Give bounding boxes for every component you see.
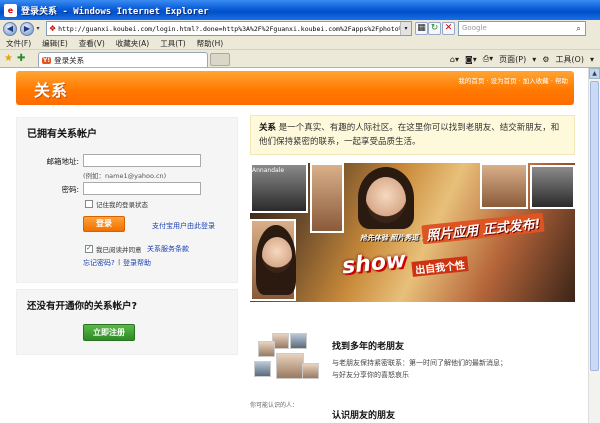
- page-icon: ❖: [49, 24, 57, 33]
- friend-thumbnail: [258, 341, 275, 357]
- home-icon[interactable]: ⌂▾: [450, 55, 459, 64]
- window-title: 登录关系 - Windows Internet Explorer: [21, 6, 209, 17]
- banner-photo: [480, 163, 528, 209]
- address-url-text: http://guanxi.koubei.com/login.html?.don…: [58, 24, 412, 33]
- feeds-icon[interactable]: ◙▾: [465, 55, 477, 64]
- tab-label: 登录关系: [54, 55, 85, 65]
- register-button[interactable]: 立即注册: [83, 324, 135, 341]
- vertical-scrollbar[interactable]: ▲: [588, 68, 600, 423]
- agree-checkbox[interactable]: [85, 244, 93, 253]
- site-favicon-icon: Y!: [42, 56, 52, 64]
- friend-thumbnail: [290, 333, 307, 349]
- feature-desc-line2: 与好友分享你的喜怒哀乐: [332, 371, 409, 379]
- register-title: 还没有开通你的关系帐户?: [27, 301, 138, 312]
- address-input[interactable]: ❖ http://guanxi.koubei.com/login.html?.d…: [46, 21, 412, 36]
- add-favorite-icon[interactable]: ✚: [17, 53, 25, 64]
- tools-menu-label: 工具(O): [555, 54, 584, 64]
- alipay-login-link[interactable]: 支付宝用户由此登录: [152, 221, 215, 231]
- friend-thumbnail: [302, 363, 319, 379]
- gear-icon: ⚙: [542, 54, 550, 64]
- scroll-up-icon[interactable]: ▲: [589, 68, 600, 79]
- remember-label: 记住我的登录状态: [96, 201, 148, 209]
- banner-line3: show: [340, 247, 408, 280]
- site-header: 关系 我的首页 · 设为首页 · 加入收藏 · 帮助: [16, 71, 574, 105]
- banner-tag: Annandale: [252, 167, 285, 174]
- login-help-link[interactable]: 登录帮助: [123, 258, 151, 268]
- page-menu-label: 页面(P): [499, 54, 527, 64]
- search-placeholder: Google: [462, 24, 487, 32]
- friend-thumbnail: [254, 361, 271, 377]
- print-icon[interactable]: ⎙▾: [483, 54, 493, 64]
- register-panel: 还没有开通你的关系帐户? 立即注册: [16, 289, 238, 355]
- page-menu[interactable]: 页面(P) ▾: [499, 54, 536, 65]
- friend-thumbnail: [276, 353, 304, 379]
- banner-photo: [530, 165, 575, 209]
- history-dropdown-icon[interactable]: ▾: [34, 25, 42, 33]
- refresh-icon[interactable]: ↻: [428, 22, 441, 35]
- address-dropdown-icon[interactable]: ▾: [400, 22, 411, 35]
- banner-photo: [310, 163, 344, 233]
- feature-old-friends: 找到多年的老朋友 与老朋友保持紧密联系：第一时间了解他们的最新消息； 与好友分享你…: [250, 333, 575, 403]
- favorites-star-icon[interactable]: ★: [4, 53, 13, 64]
- password-label: 密码:: [61, 185, 79, 194]
- menu-favorites[interactable]: 收藏夹(A): [116, 38, 149, 49]
- intro-box: 关系 是一个真实、有趣的人际社区。在这里你可以找到老朋友、结交新朋友，和他们保持…: [250, 115, 575, 155]
- forgot-password-link[interactable]: 忘记密码?: [83, 258, 115, 268]
- login-panel: 已拥有关系帐户 邮箱地址: (例如：name1@yahoo.cn) 密码: 记住…: [16, 117, 238, 283]
- login-title: 已拥有关系帐户: [27, 129, 97, 140]
- feature-friends-of-friends: 认识朋友的朋友: [250, 395, 575, 423]
- feature-desc-line1: 与老朋友保持紧密联系：第一时间了解他们的最新消息；: [332, 359, 507, 367]
- tools-menu[interactable]: ⚙ 工具(O) ▾: [542, 54, 594, 65]
- email-field[interactable]: [83, 154, 201, 167]
- ie-icon: e: [4, 3, 17, 17]
- menu-tools[interactable]: 工具(T): [160, 38, 185, 49]
- remember-checkbox[interactable]: [85, 200, 93, 208]
- feature-title: 找到多年的老朋友: [332, 342, 405, 352]
- intro-text: 是一个真实、有趣的人际社区。在这里你可以找到老朋友、结交新朋友，和他们保持紧密的…: [259, 123, 560, 147]
- link-separator: |: [118, 258, 121, 266]
- window-titlebar: e 登录关系 - Windows Internet Explorer: [0, 0, 600, 20]
- compatibility-icon[interactable]: ▦: [415, 22, 428, 35]
- password-field[interactable]: [83, 182, 201, 195]
- forward-button-icon[interactable]: ▶: [20, 21, 34, 36]
- address-bar-row: ◀ ▶ ▾ ❖ http://guanxi.koubei.com/login.h…: [0, 20, 600, 37]
- search-input[interactable]: Google ⌕: [458, 21, 586, 36]
- back-button-icon[interactable]: ◀: [3, 21, 17, 36]
- agree-text: 我已阅读并同意: [96, 246, 142, 254]
- menu-edit[interactable]: 编辑(E): [42, 38, 68, 49]
- intro-brand: 关系: [259, 123, 277, 133]
- tab-login[interactable]: Y! 登录关系: [38, 52, 208, 67]
- banner-slogan: 抢先体验 照片秀逗 功能 照片应用 正式发布! show 出自我个性: [340, 212, 572, 283]
- menu-file[interactable]: 文件(F): [6, 38, 31, 49]
- feature-desc: 与老朋友保持紧密联系：第一时间了解他们的最新消息； 与好友分享你的喜怒哀乐: [332, 357, 507, 381]
- email-hint: (例如：name1@yahoo.cn): [83, 172, 167, 180]
- banner-model-face: [262, 237, 292, 273]
- banner-model-face: [366, 177, 406, 223]
- menu-view[interactable]: 查看(V): [79, 38, 105, 49]
- new-tab-button[interactable]: [210, 53, 230, 66]
- email-label: 邮箱地址:: [46, 157, 79, 166]
- friend-thumbnails: [252, 333, 319, 385]
- stop-icon[interactable]: ✕: [442, 22, 455, 35]
- promo-banner[interactable]: Annandale 抢先体验 照片秀逗 功能 照片应用 正式发布! show 出…: [250, 163, 575, 302]
- terms-link[interactable]: 关系服务条款: [147, 244, 189, 254]
- scroll-thumb[interactable]: [590, 81, 599, 371]
- banner-line4: 出自我个性: [411, 256, 469, 277]
- tab-bar: ★ ✚ Y! 登录关系 ⌂▾ ◙▾ ⎙▾ 页面(P) ▾ ⚙ 工具(O) ▾: [0, 50, 600, 68]
- menu-help[interactable]: 帮助(H): [197, 38, 224, 49]
- search-icon[interactable]: ⌕: [573, 23, 584, 34]
- menu-bar: 文件(F) 编辑(E) 查看(V) 收藏夹(A) 工具(T) 帮助(H): [0, 37, 600, 50]
- command-bar: ⌂▾ ◙▾ ⎙▾ 页面(P) ▾ ⚙ 工具(O) ▾: [450, 51, 600, 67]
- site-logo[interactable]: 关系: [34, 77, 68, 101]
- header-links[interactable]: 我的首页 · 设为首页 · 加入收藏 · 帮助: [458, 75, 568, 85]
- login-button[interactable]: 登录: [83, 216, 125, 232]
- feature-title: 认识朋友的朋友: [332, 411, 396, 421]
- web-content: 关系 我的首页 · 设为首页 · 加入收藏 · 帮助 已拥有关系帐户 邮箱地址:…: [0, 68, 588, 423]
